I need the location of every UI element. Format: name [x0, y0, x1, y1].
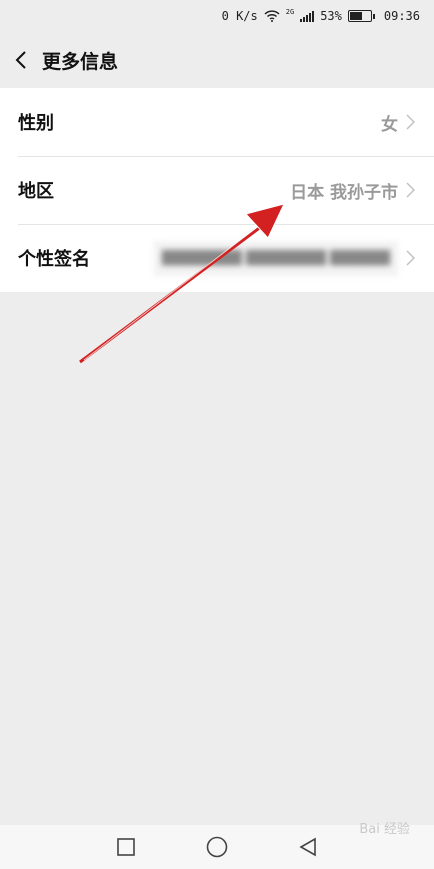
page-title: 更多信息 [42, 50, 119, 73]
wifi-icon [264, 10, 280, 22]
title-bar: 更多信息 [0, 32, 434, 88]
status-bar: 0 K/s 2G 53% 09:36 [0, 0, 434, 32]
signature-value-blurred: ████████ ████████ ██████ [153, 240, 398, 276]
signal-icon [300, 10, 315, 22]
back-triangle-icon [299, 837, 317, 857]
chevron-right-icon [406, 113, 416, 131]
recent-apps-button[interactable] [111, 832, 141, 862]
chevron-left-icon [15, 51, 26, 69]
battery-percent: 53% [320, 9, 342, 23]
home-button[interactable] [202, 832, 232, 862]
info-list: 性别 女 地区 日本 我孙子市 个性签名 ████████ ████████ █… [0, 88, 434, 292]
region-label: 地区 [18, 181, 54, 202]
chevron-right-icon [406, 181, 416, 199]
signature-row[interactable]: 个性签名 ████████ ████████ ██████ [0, 224, 434, 292]
network-type: 2G [285, 8, 295, 16]
gender-value: 女 [381, 114, 398, 135]
watermark-logo: Bai 经验 [359, 822, 410, 837]
back-button[interactable] [0, 32, 42, 88]
region-value: 日本 我孙子市 [290, 182, 398, 203]
recent-apps-icon [116, 838, 135, 856]
clock: 09:36 [383, 9, 420, 23]
region-row[interactable]: 地区 日本 我孙子市 [0, 156, 434, 224]
gender-label: 性别 [18, 113, 54, 134]
chevron-right-icon [406, 249, 416, 267]
nav-back-button[interactable] [293, 832, 323, 862]
home-icon [206, 836, 228, 858]
network-speed: 0 K/s [221, 9, 258, 23]
gender-row[interactable]: 性别 女 [0, 88, 434, 156]
battery-icon [347, 10, 375, 22]
signature-label: 个性签名 [18, 249, 90, 270]
